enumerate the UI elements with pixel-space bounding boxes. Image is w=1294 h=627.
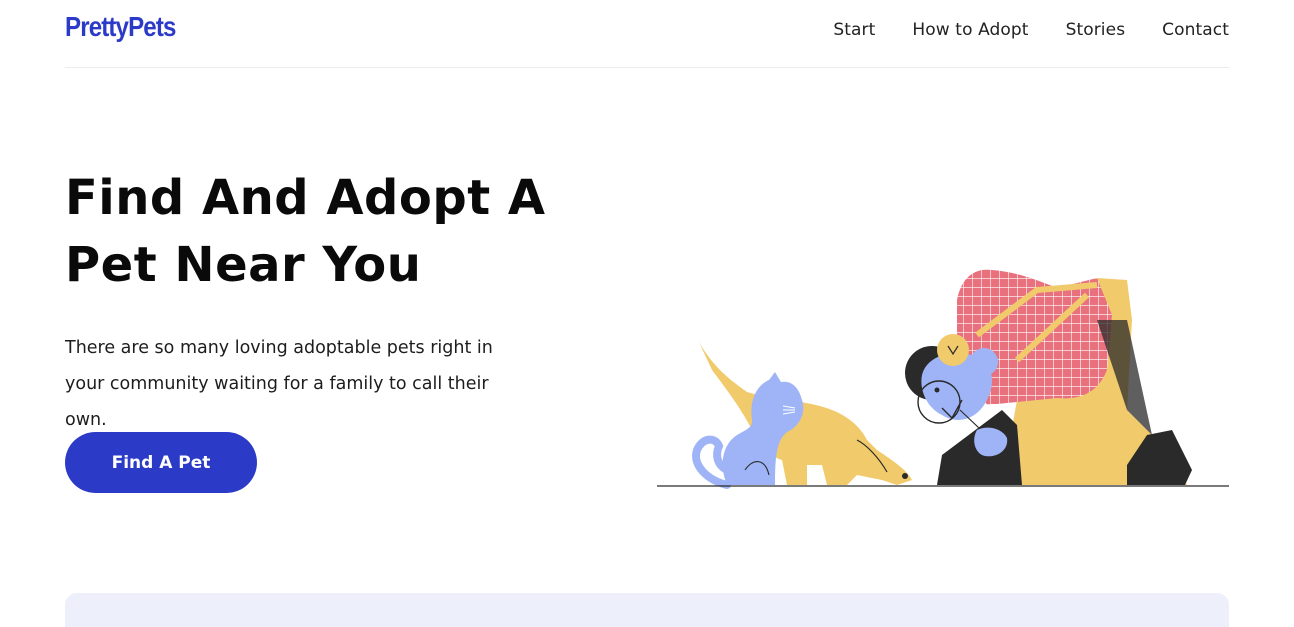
main-nav: Start How to Adopt Stories Contact [833, 20, 1229, 40]
find-a-pet-button[interactable]: Find A Pet [65, 432, 257, 493]
nav-item-how-to-adopt[interactable]: How to Adopt [912, 20, 1028, 40]
hero-illustration [657, 269, 1229, 489]
brand-logo[interactable]: PrettyPets [65, 11, 176, 43]
nav-item-stories[interactable]: Stories [1066, 20, 1126, 40]
hero-description: There are so many loving adoptable pets … [65, 338, 493, 430]
person-figure [905, 269, 1192, 485]
bottom-panel [65, 593, 1229, 627]
hero-title: Find And Adopt A Pet Near You [65, 170, 546, 293]
site-header: PrettyPets Start How to Adopt Stories Co… [65, 0, 1229, 68]
nav-item-contact[interactable]: Contact [1162, 20, 1229, 40]
nav-item-start[interactable]: Start [833, 20, 875, 40]
page: PrettyPets Start How to Adopt Stories Co… [0, 0, 1294, 627]
